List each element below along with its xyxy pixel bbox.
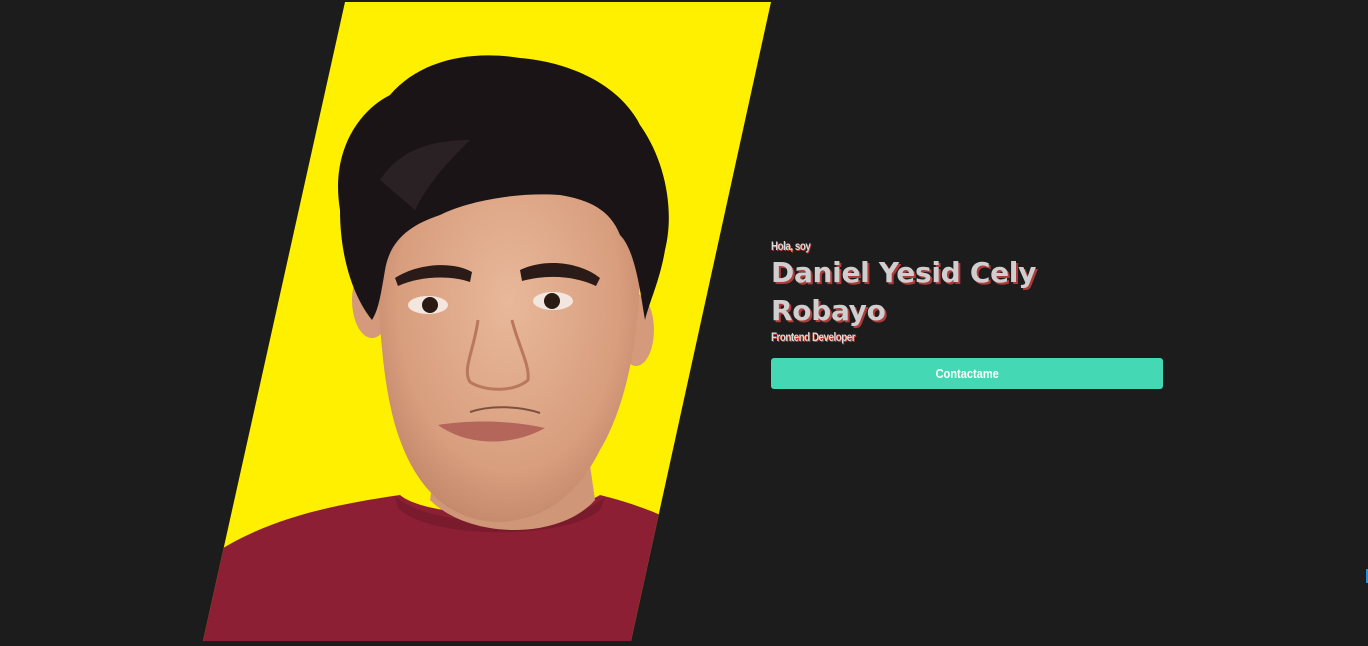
greeting-text: Hola, soy [771,239,811,253]
developer-name: Daniel Yesid Cely Robayo [771,256,1037,327]
contact-button[interactable]: Contactame [771,358,1163,389]
developer-role: Frontend Developer [771,330,856,344]
contact-button-label: Contactame [935,366,999,381]
intro-block: Hola, soy Daniel Yesid Cely Robayo Front… [771,238,1163,389]
hero-section: Hola, soy Daniel Yesid Cely Robayo Front… [0,0,1368,646]
